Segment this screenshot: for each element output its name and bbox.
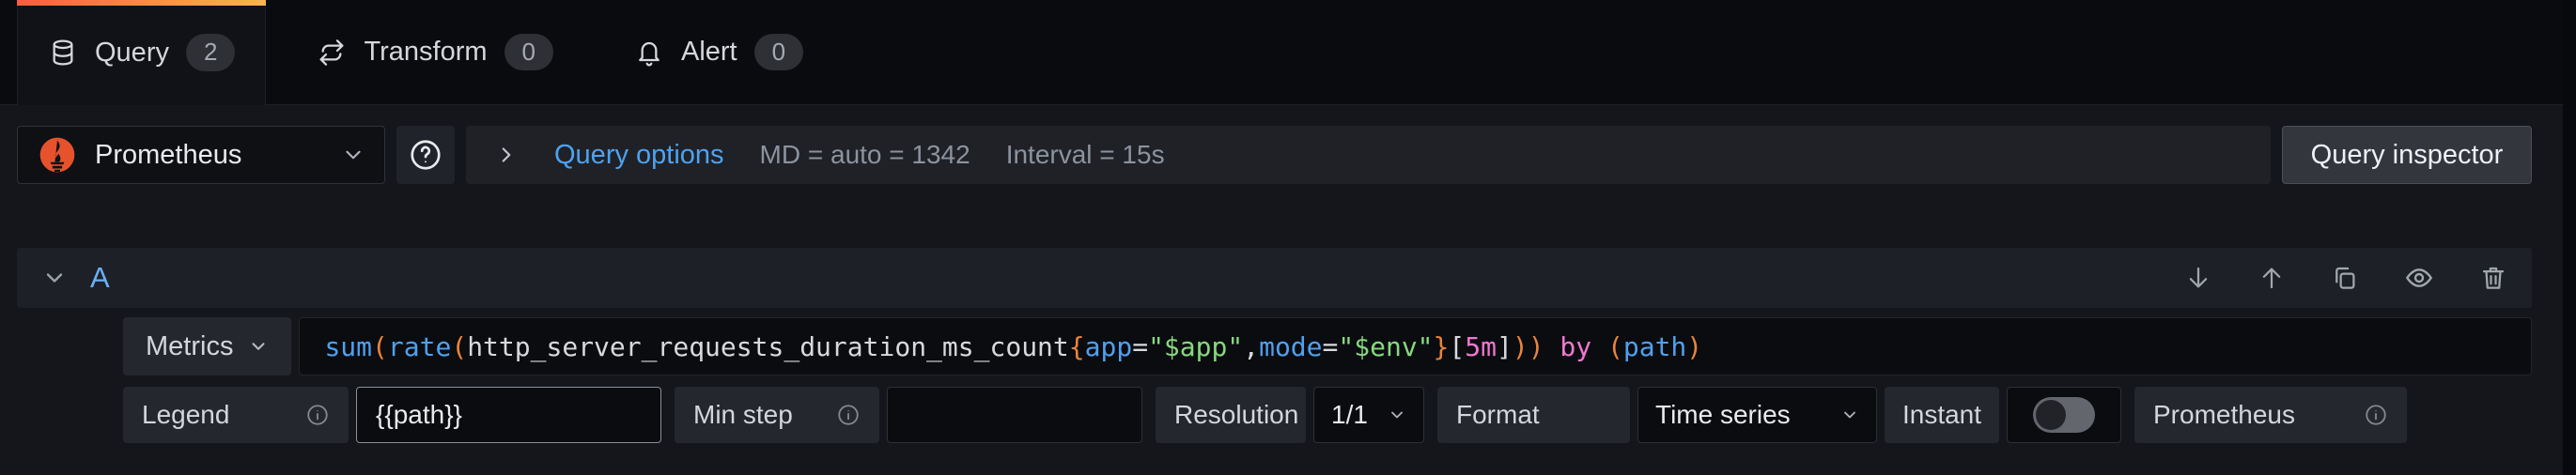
expression-token: path [1623, 331, 1686, 362]
format-value: Time series [1655, 400, 1791, 430]
chevron-down-icon [1388, 406, 1406, 424]
metrics-dropdown-label: Metrics [146, 331, 233, 362]
query-inspector-label: Query inspector [2311, 140, 2504, 171]
resolution-select[interactable]: 1/1 [1313, 387, 1424, 443]
resolution-label-text: Resolution [1174, 400, 1298, 430]
tab-query-label: Query [95, 38, 169, 69]
transform-icon [317, 38, 347, 68]
query-options-row: Legend Min step Resolution 1/1 Format Ti… [123, 387, 2532, 443]
expression-token: [ [1449, 331, 1465, 362]
datasource-help-button[interactable] [396, 126, 455, 184]
instant-toggle[interactable] [2007, 387, 2121, 443]
expression-token: } [1434, 331, 1450, 362]
datasource-name: Prometheus [95, 140, 241, 171]
toggle-switch-off [2033, 397, 2095, 433]
expression-token: = [1132, 331, 1148, 362]
expression-token: ) [1686, 331, 1702, 362]
expression-token: ] [1497, 331, 1513, 362]
move-query-down-icon[interactable] [2184, 264, 2212, 292]
tab-query-count-badge: 2 [186, 34, 235, 70]
resolution-value: 1/1 [1331, 400, 1368, 430]
expression-token: rate [388, 331, 451, 362]
query-inspector-button[interactable]: Query inspector [2282, 126, 2532, 184]
expression-token: by [1560, 331, 1591, 362]
query-options-bar[interactable]: Query options MD = auto = 1342 Interval … [466, 126, 2271, 184]
chevron-right-icon [494, 143, 519, 167]
chevron-down-icon [1840, 406, 1859, 424]
query-editor-row: Metrics sum(rate(http_server_requests_du… [123, 317, 2532, 375]
expression-token: , [1243, 331, 1259, 362]
expression-token: ( [1607, 331, 1623, 362]
min-step-input[interactable] [887, 387, 1142, 443]
legend-label-text: Legend [142, 400, 229, 430]
resolution-field-label: Resolution [1156, 387, 1306, 443]
tab-alert[interactable]: Alert 0 [604, 0, 833, 104]
tab-alert-label: Alert [681, 37, 737, 68]
expression-token: = [1323, 331, 1339, 362]
expression-token: mode [1259, 331, 1322, 362]
query-expression: sum(rate(http_server_requests_duration_m… [324, 331, 1702, 362]
expression-token: app [1085, 331, 1133, 362]
toggle-knob [2036, 400, 2066, 430]
tab-transform-count-badge: 0 [504, 34, 553, 70]
info-icon[interactable] [836, 403, 861, 427]
duplicate-query-icon[interactable] [2331, 264, 2359, 292]
expression-token: http_server_requests_duration_ms_count [467, 331, 1069, 362]
format-field-label: Format [1437, 387, 1630, 443]
query-options-label: Query options [554, 140, 724, 171]
scrollbar-track[interactable] [2563, 0, 2576, 475]
prometheus-label-text: Prometheus [2153, 400, 2295, 430]
expression-token: ( [451, 331, 467, 362]
instant-field-label: Instant [1885, 387, 1999, 443]
legend-field-label: Legend [123, 387, 349, 443]
query-expression-input[interactable]: sum(rate(http_server_requests_duration_m… [299, 317, 2532, 375]
expression-token: )) [1513, 331, 1544, 362]
tab-alert-count-badge: 0 [754, 34, 803, 70]
query-toolbar: Prometheus Query options MD = auto = 134… [17, 126, 2532, 184]
prometheus-field-label: Prometheus [2134, 387, 2407, 443]
tab-query[interactable]: Query 2 [17, 0, 266, 105]
chevron-down-icon [248, 336, 269, 357]
expression-token: "$env" [1338, 331, 1433, 362]
expression-token: ( [372, 331, 388, 362]
tab-transform-label: Transform [364, 37, 487, 68]
expression-token: { [1069, 331, 1085, 362]
database-icon [48, 38, 78, 68]
min-step-label-text: Min step [693, 400, 793, 430]
query-row-header: A [17, 248, 2532, 308]
expression-token [1591, 331, 1607, 362]
format-select[interactable]: Time series [1637, 387, 1877, 443]
bell-icon [634, 38, 664, 68]
expression-token: 5m [1465, 331, 1497, 362]
query-row-actions [2184, 263, 2507, 293]
metrics-dropdown-button[interactable]: Metrics [123, 317, 291, 375]
legend-input[interactable] [356, 387, 661, 443]
info-icon[interactable] [2364, 403, 2388, 427]
info-icon[interactable] [305, 403, 330, 427]
interval-summary: Interval = 15s [1006, 140, 1165, 170]
max-data-points-summary: MD = auto = 1342 [760, 140, 970, 170]
expression-token [1544, 331, 1560, 362]
prometheus-logo-icon [37, 134, 78, 176]
query-ref-id: A [90, 261, 110, 295]
delete-query-icon[interactable] [2479, 264, 2507, 292]
expression-token: sum [324, 331, 372, 362]
instant-label-text: Instant [1902, 400, 1981, 430]
move-query-up-icon[interactable] [2258, 264, 2286, 292]
min-step-field-label: Min step [675, 387, 879, 443]
question-circle-icon [408, 137, 443, 173]
format-label-text: Format [1456, 400, 1540, 430]
editor-tab-bar: Query 2 Transform 0 Alert 0 [0, 0, 2576, 105]
chevron-down-icon [341, 143, 365, 167]
query-row-collapse[interactable]: A [41, 261, 110, 295]
tab-transform[interactable]: Transform 0 [287, 0, 583, 104]
expression-token: "$app" [1148, 331, 1243, 362]
chevron-down-icon [41, 265, 68, 291]
toggle-query-visibility-icon[interactable] [2404, 263, 2434, 293]
datasource-picker[interactable]: Prometheus [17, 126, 385, 184]
